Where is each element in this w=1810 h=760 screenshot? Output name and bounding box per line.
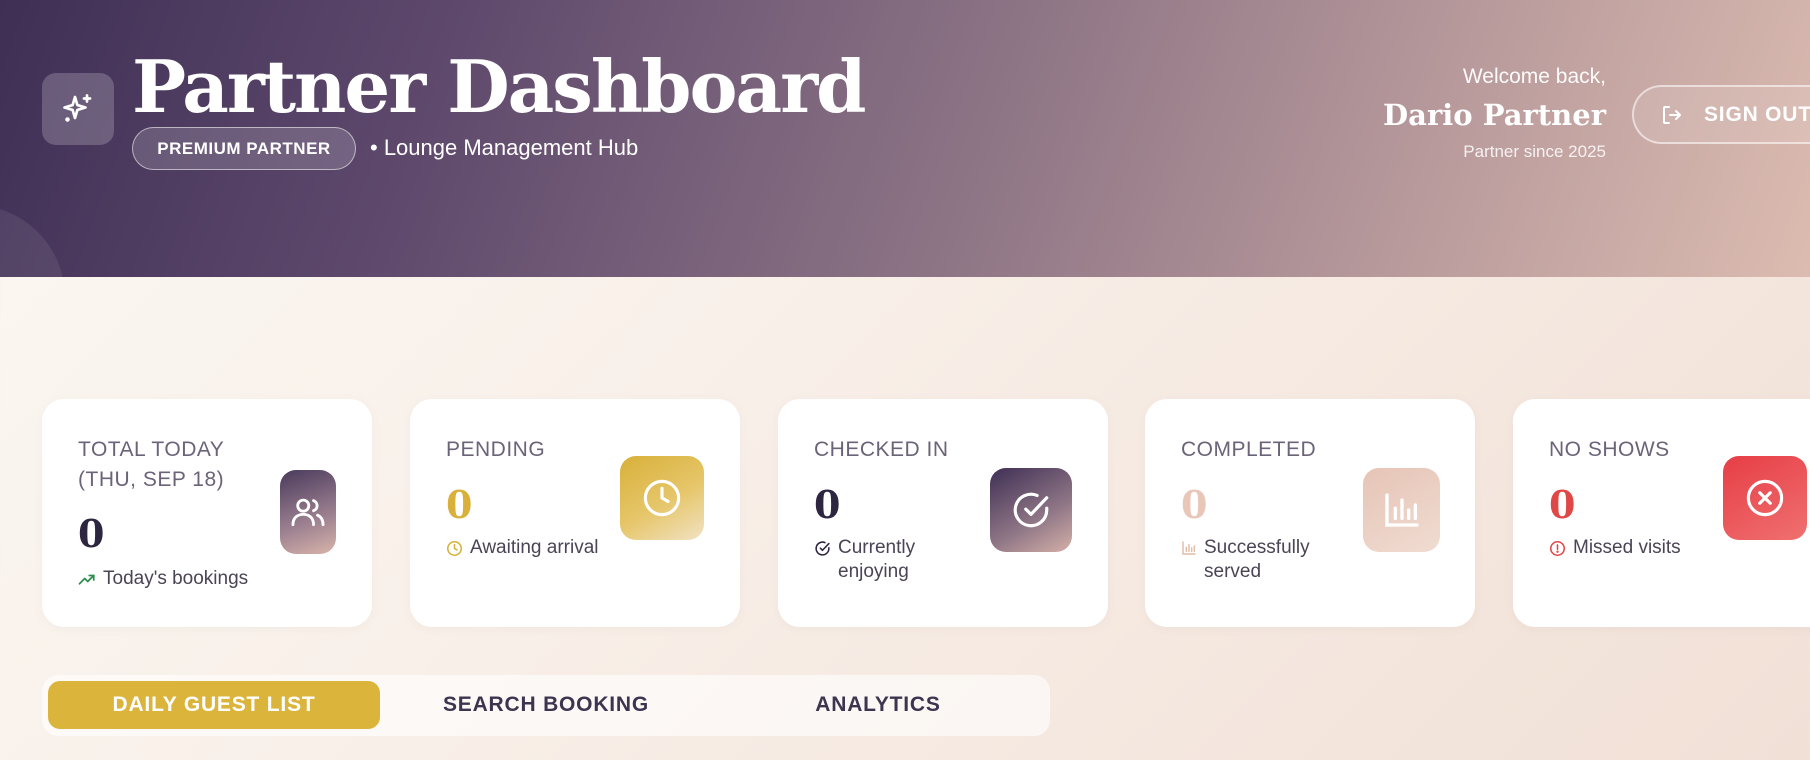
stat-label: PENDING: [446, 438, 546, 461]
stat-subtext: Today's bookings: [78, 567, 248, 591]
stat-value: 0: [1181, 482, 1208, 527]
log-out-icon: [1663, 105, 1681, 124]
user-name: Dario Partner: [1383, 98, 1606, 132]
stat-card-total-today: TOTAL TODAY (THU, SEP 18) 0 Today's book…: [42, 399, 372, 627]
page-subtitle: • Lounge Management Hub: [370, 135, 639, 160]
check-circle-icon-tile: [990, 468, 1072, 552]
main-tab-bar: DAILY GUEST LIST SEARCH BOOKING ANALYTIC…: [42, 675, 1050, 736]
stat-subtext: Successfully served: [1181, 536, 1310, 584]
stat-card-completed: COMPLETED 0 Successfully served: [1145, 399, 1475, 627]
stat-value: 0: [446, 482, 473, 527]
stat-value: 0: [814, 482, 841, 527]
stat-label: COMPLETED: [1181, 438, 1317, 461]
stat-subtext: Missed visits: [1549, 536, 1681, 560]
sparkles-icon: [63, 94, 92, 122]
sign-out-button[interactable]: SIGN OUT: [1632, 85, 1810, 144]
bar-chart-icon: [1384, 493, 1419, 527]
clock-icon: [643, 479, 681, 517]
stat-subtext: Awaiting arrival: [446, 536, 598, 560]
alert-circle-icon: [1549, 540, 1566, 557]
check-circle-icon: [1013, 492, 1049, 528]
trending-up-icon: [78, 574, 95, 585]
tab-daily-guest-list[interactable]: DAILY GUEST LIST: [48, 681, 380, 729]
premium-partner-badge: PREMIUM PARTNER: [132, 127, 356, 170]
bar-chart-icon: [1182, 541, 1196, 555]
bar-chart-icon-tile: [1363, 468, 1440, 552]
clock-icon-tile: [620, 456, 704, 540]
stat-card-pending: PENDING 0 Awaiting arrival: [410, 399, 740, 627]
x-circle-icon-tile: [1723, 456, 1807, 540]
stat-value: 0: [1549, 482, 1576, 527]
tab-search-booking[interactable]: SEARCH BOOKING: [380, 681, 712, 729]
clock-icon: [446, 540, 463, 557]
decorative-blob: [0, 205, 65, 277]
welcome-text: Welcome back,: [1462, 65, 1606, 88]
stat-subtext: Currently enjoying: [814, 536, 915, 584]
check-circle-icon: [815, 541, 830, 556]
stat-label: CHECKED IN: [814, 438, 949, 461]
stat-card-checked-in: CHECKED IN 0 Currently enjoying: [778, 399, 1108, 627]
tab-analytics[interactable]: ANALYTICS: [712, 681, 1044, 729]
stat-label: NO SHOWS: [1549, 438, 1670, 461]
partner-since: Partner since 2025: [1463, 142, 1606, 161]
stat-label: TOTAL TODAY (THU, SEP 18): [78, 438, 225, 491]
page-title: Partner Dashboard: [132, 44, 866, 129]
users-icon: [291, 498, 325, 527]
stat-value: 0: [78, 511, 105, 556]
logo-tile: [42, 73, 114, 145]
users-icon-tile: [280, 470, 336, 554]
x-circle-icon: [1746, 479, 1784, 517]
sign-out-label: SIGN OUT: [1704, 102, 1810, 126]
stat-card-no-shows: NO SHOWS 0 Missed visits: [1513, 399, 1810, 627]
header-banner: Partner Dashboard PREMIUM PARTNER • Loun…: [0, 0, 1810, 277]
